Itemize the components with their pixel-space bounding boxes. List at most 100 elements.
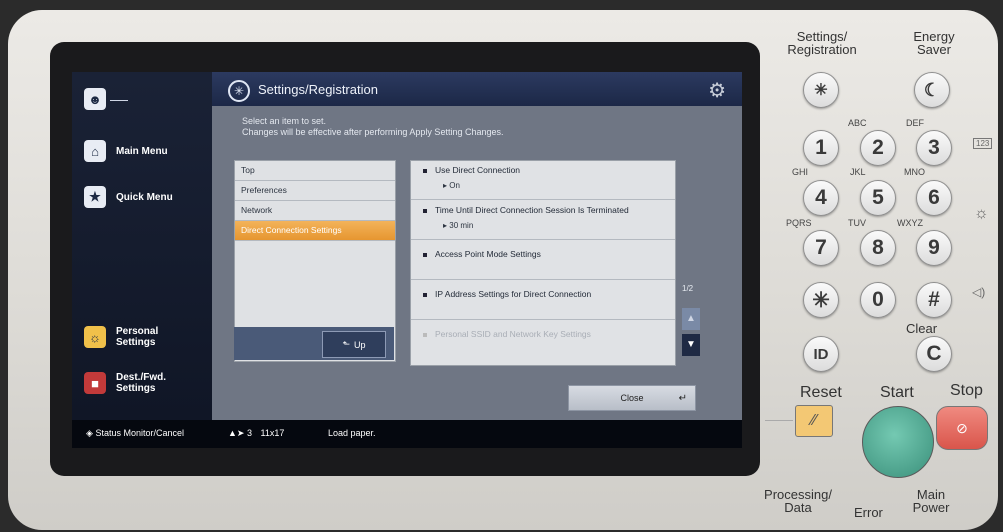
star-key[interactable]: ✳: [803, 282, 839, 318]
nav-item-direct-connection-settings[interactable]: Direct Connection Settings: [235, 221, 395, 241]
key-8[interactable]: 8: [860, 230, 896, 266]
start-label: Start: [880, 384, 914, 401]
main-menu-label: Main Menu: [116, 145, 168, 157]
personal-settings-button[interactable]: ☼ Personal Settings: [84, 326, 158, 348]
key-2[interactable]: 2: [860, 130, 896, 166]
drawer-icon: ▲➤: [228, 428, 245, 438]
brightness-icon[interactable]: ☼: [974, 205, 989, 223]
setting-item-access-point-mode[interactable]: Access Point Mode Settings: [411, 239, 675, 280]
quick-menu-button[interactable]: ★ Quick Menu: [84, 186, 173, 208]
status-monitor-button[interactable]: ◈ Status Monitor/Cancel: [86, 428, 184, 439]
dest-fwd-settings-label: Dest./Fwd. Settings: [116, 372, 166, 394]
instruction-text: Select an item to set. Changes will be e…: [242, 116, 503, 138]
up-arrow-icon: ⬑: [342, 339, 350, 349]
stop-icon: ⊘: [956, 419, 968, 436]
id-key[interactable]: ID: [803, 336, 839, 372]
start-key[interactable]: [862, 406, 934, 478]
close-button[interactable]: Close ↵: [568, 385, 696, 411]
page-indicator: 1/2: [682, 284, 694, 293]
settings-registration-key[interactable]: ✳: [803, 72, 839, 108]
touch-screen: ☻ ⌂ Main Menu ★ Quick Menu ☼ Personal Se…: [72, 72, 742, 448]
divider-line: [765, 420, 793, 421]
bullet-icon: [423, 253, 427, 257]
key-3[interactable]: 3: [916, 130, 952, 166]
gear-icon[interactable]: ⚙: [708, 78, 726, 103]
nav-item-preferences[interactable]: Preferences: [235, 181, 395, 201]
key-7-letters: PQRS: [786, 218, 812, 228]
nav-item-top[interactable]: Top: [235, 161, 395, 181]
key-2-letters: ABC: [848, 118, 867, 128]
settings-registration-icon: ✳: [228, 80, 250, 102]
hash-key[interactable]: #: [916, 282, 952, 318]
bullet-icon: [423, 209, 427, 213]
key-1[interactable]: 1: [803, 130, 839, 166]
settings-registration-label: Settings/ Registration: [783, 30, 861, 56]
key-7[interactable]: 7: [803, 230, 839, 266]
error-label: Error: [854, 505, 883, 520]
key-0[interactable]: 0: [860, 282, 896, 318]
stop-key[interactable]: ⊘: [936, 406, 988, 450]
main-power-label: Main Power: [906, 488, 956, 514]
paper-status: ▲➤ 3 11x17: [228, 428, 284, 439]
user-name-line: [110, 100, 128, 101]
dest-fwd-line1: Dest./Fwd.: [116, 372, 167, 383]
user-login-button[interactable]: ☻: [84, 88, 106, 110]
volume-icon[interactable]: ◁): [972, 285, 985, 299]
key-3-letters: DEF: [906, 118, 924, 128]
key-5[interactable]: 5: [860, 180, 896, 216]
quick-menu-label: Quick Menu: [116, 191, 173, 203]
key-9-letters: WXYZ: [897, 218, 923, 228]
main-power-line2: Power: [912, 500, 950, 515]
page-down-button[interactable]: ▼: [682, 334, 700, 356]
key-6-letters: MNO: [904, 167, 925, 177]
setting-value-text: On: [449, 181, 460, 190]
energy-saver-line2: Saver: [917, 42, 951, 57]
setting-item-label: IP Address Settings for Direct Connectio…: [435, 289, 592, 299]
key-9[interactable]: 9: [916, 230, 952, 266]
setting-item-use-direct-connection[interactable]: Use Direct Connection ▸ On: [411, 161, 675, 200]
key-4-letters: GHI: [792, 167, 809, 177]
personal-settings-label: Personal Settings: [116, 326, 158, 348]
settings-registration-line2: Registration: [787, 42, 857, 57]
key-6[interactable]: 6: [916, 180, 952, 216]
processing-line2: Data: [784, 500, 812, 515]
left-shortcut-column: ☻ ⌂ Main Menu ★ Quick Menu ☼ Personal Se…: [72, 72, 212, 420]
personal-settings-line1: Personal: [116, 326, 159, 337]
setting-item-label: Personal SSID and Network Key Settings: [435, 329, 591, 339]
up-button[interactable]: ⬑ Up: [322, 331, 386, 358]
setting-item-ip-address[interactable]: IP Address Settings for Direct Connectio…: [411, 279, 675, 320]
key-4[interactable]: 4: [803, 180, 839, 216]
processing-data-label: Processing/ Data: [760, 488, 836, 514]
setting-item-time-until-terminated[interactable]: Time Until Direct Connection Session Is …: [411, 199, 675, 240]
page-up-button[interactable]: ▲: [682, 308, 700, 330]
setting-item-label: Access Point Mode Settings: [435, 249, 541, 259]
clear-label: Clear: [906, 321, 938, 336]
dest-fwd-line2: Settings: [116, 383, 156, 394]
user-icon: ☻: [84, 88, 106, 110]
reset-label: Reset: [800, 384, 842, 401]
setting-item-value: ▸ On: [443, 181, 460, 190]
setting-item-label: Time Until Direct Connection Session Is …: [435, 205, 629, 215]
bullet-icon: [423, 293, 427, 297]
main-menu-button[interactable]: ⌂ Main Menu: [84, 140, 168, 162]
status-message: Load paper.: [328, 428, 376, 438]
paper-count: 3: [246, 428, 252, 438]
reset-key[interactable]: ⁄⁄: [795, 405, 833, 437]
dest-fwd-settings-button[interactable]: ■ Dest./Fwd. Settings: [84, 372, 166, 394]
counter-icon: 123: [973, 138, 993, 149]
quick-menu-icon: ★: [84, 186, 106, 208]
instruction-line2: Changes will be effective after performi…: [242, 127, 504, 137]
reset-icon: ⁄⁄: [811, 412, 817, 429]
key-5-letters: JKL: [850, 167, 866, 177]
bullet-icon: [423, 169, 427, 173]
personal-settings-icon: ☼: [84, 326, 106, 348]
setting-item-ssid-network-key[interactable]: Personal SSID and Network Key Settings: [411, 319, 675, 365]
stop-label: Stop: [950, 382, 983, 399]
clear-key[interactable]: C: [916, 336, 952, 372]
energy-saver-key[interactable]: ☾: [914, 72, 950, 108]
settings-window: ✳ Settings/Registration ⚙ Select an item…: [212, 72, 742, 420]
title-bar: ✳ Settings/Registration ⚙: [212, 72, 742, 106]
close-label: Close: [620, 393, 644, 403]
nav-item-network[interactable]: Network: [235, 201, 395, 221]
setting-value-text: 30 min: [449, 221, 474, 230]
